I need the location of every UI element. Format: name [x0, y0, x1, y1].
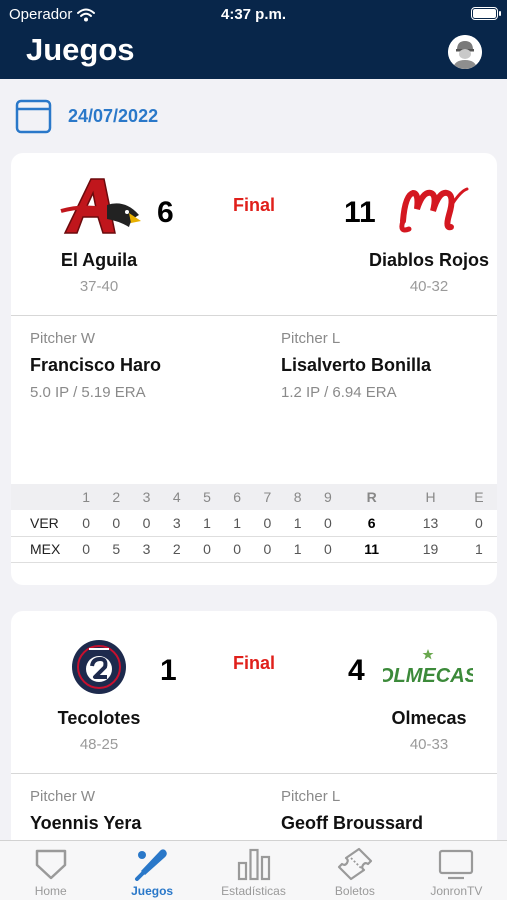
pitcher-l-name: Lisalverto Bonilla [281, 355, 432, 375]
linescore-header-cell: 5 [191, 484, 223, 510]
linescore-cell: VER [11, 510, 71, 537]
linescore-header-cell: 2 [101, 484, 132, 510]
divider [11, 315, 497, 316]
linescore-cell: 1 [191, 510, 223, 537]
linescore-header-cell [11, 484, 71, 510]
linescore-table: 1 2 3 4 5 6 7 8 9 R H E VER 0 0 0 3 1 1 … [11, 484, 497, 563]
pitcher-w-name: Francisco Haro [30, 355, 162, 375]
olmecas-logo-text: OLMECAS [383, 665, 473, 687]
tab-label: Estadísticas [221, 884, 286, 898]
diablos-logo [399, 187, 469, 233]
date-label[interactable]: 24/07/2022 [68, 106, 158, 127]
user-icon [448, 35, 482, 69]
linescore-header-cell: 6 [222, 484, 253, 510]
linescore-cell: 13 [400, 510, 461, 537]
linescore-header-row: 1 2 3 4 5 6 7 8 9 R H E [11, 484, 497, 510]
tab-boletos[interactable]: Boletos [304, 841, 405, 900]
linescore-cell: 3 [161, 510, 192, 537]
linescore-cell: 6 [342, 510, 401, 537]
linescore-cell: 2 [161, 536, 192, 563]
tab-label: Home [34, 884, 67, 898]
away-team-record: 48-25 [79, 736, 119, 753]
tab-label: Juegos [131, 884, 174, 898]
linescore-cell: 0 [101, 510, 132, 537]
linescore-cell: 11 [342, 536, 401, 563]
linescore-cell: 0 [71, 536, 102, 563]
bar-chart-icon [237, 848, 270, 881]
linescore-header-cell: E [460, 484, 497, 510]
linescore-row-away: VER 0 0 0 3 1 1 0 1 0 6 13 0 [11, 510, 497, 537]
bat-ball-icon [135, 849, 167, 881]
tab-label: Boletos [334, 884, 375, 898]
linescore-cell: 0 [252, 510, 283, 537]
linescore-header-cell: 9 [312, 484, 343, 510]
linescore-cell: 1 [282, 536, 313, 563]
tab-bar: Home Juegos Estadísticas Boletos JonronT… [0, 840, 507, 900]
linescore-cell: 0 [222, 536, 253, 563]
home-plate-icon [35, 849, 66, 880]
status-bar: Operador 4:37 p.m. [0, 0, 507, 28]
linescore-cell: 0 [252, 536, 283, 563]
divider [11, 773, 497, 774]
linescore-row-home: MEX 0 5 3 2 0 0 0 1 0 11 19 1 [11, 536, 497, 563]
linescore-cell: MEX [11, 536, 71, 563]
page-title: Juegos [26, 32, 135, 67]
pitcher-w-name: Yoennis Yera [30, 813, 142, 833]
game-card[interactable]: 6 Final 11 El Aguila 37-40 Diablos Rojos… [11, 153, 497, 585]
linescore-cell: 1 [222, 510, 253, 537]
ticket-icon [337, 847, 373, 881]
home-team-record: 40-32 [409, 278, 449, 295]
app-header: Operador 4:37 p.m. Juegos [0, 0, 507, 79]
linescore-header-cell: 1 [71, 484, 102, 510]
linescore-cell: 1 [460, 536, 497, 563]
tab-estadisticas[interactable]: Estadísticas [203, 841, 304, 900]
away-team-name: Tecolotes [57, 708, 141, 728]
home-team-name: Diablos Rojos [368, 250, 489, 270]
linescore-header-cell: 3 [131, 484, 162, 510]
linescore-cell: 1 [282, 510, 313, 537]
tab-home[interactable]: Home [0, 841, 101, 900]
linescore-header-cell: R [342, 484, 401, 510]
pitcher-w-label: Pitcher W [30, 330, 96, 347]
tab-label: JonronTV [430, 884, 483, 898]
pitcher-l-stats: 1.2 IP / 6.94 ERA [281, 384, 397, 401]
linescore-header-cell: 4 [161, 484, 192, 510]
pitcher-l-name: Geoff Broussard [281, 813, 424, 833]
linescore-cell: 0 [191, 536, 223, 563]
home-team-record: 40-33 [409, 736, 449, 753]
linescore-header-cell: 8 [282, 484, 313, 510]
linescore-cell: 0 [131, 510, 162, 537]
olmecas-logo: OLMECAS [383, 649, 473, 687]
date-selector[interactable]: 24/07/2022 [15, 97, 158, 135]
clock: 4:37 p.m. [220, 6, 287, 23]
linescore-cell: 0 [71, 510, 102, 537]
linescore-header-cell: 7 [252, 484, 283, 510]
game-card[interactable]: 1 Final 4 OLMECAS Tecolotes 48-25 Olmeca… [11, 611, 497, 851]
pitcher-l-label: Pitcher L [281, 788, 341, 805]
avatar[interactable] [448, 35, 482, 69]
tv-icon [439, 849, 474, 880]
pitcher-l-label: Pitcher L [281, 330, 341, 347]
linescore-cell: 0 [312, 536, 343, 563]
linescore-cell: 0 [460, 510, 497, 537]
linescore-cell: 5 [101, 536, 132, 563]
home-team-name: Olmecas [391, 708, 467, 728]
tab-juegos[interactable]: Juegos [101, 841, 202, 900]
linescore-cell: 19 [400, 536, 461, 563]
pitcher-w-stats: 5.0 IP / 5.19 ERA [30, 384, 146, 401]
calendar-icon[interactable] [15, 98, 52, 135]
linescore-header-cell: H [400, 484, 461, 510]
away-team-record: 37-40 [79, 278, 119, 295]
tab-jonrontv[interactable]: JonronTV [406, 841, 507, 900]
away-team-name: El Aguila [60, 250, 138, 270]
linescore-cell: 0 [312, 510, 343, 537]
home-score: 4 [348, 654, 365, 687]
pitcher-w-label: Pitcher W [30, 788, 96, 805]
battery-icon [471, 7, 501, 20]
home-score: 11 [344, 196, 376, 229]
linescore-cell: 3 [131, 536, 162, 563]
